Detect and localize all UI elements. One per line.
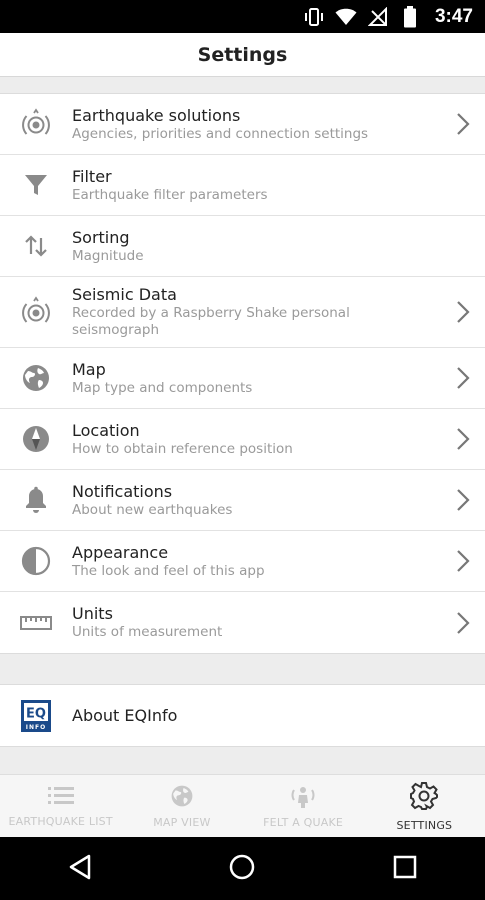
tab-label: FELT A QUAKE bbox=[263, 815, 344, 829]
item-subtitle: Units of measurement bbox=[72, 624, 223, 640]
chevron-right-icon bbox=[441, 300, 485, 324]
chevron-right-icon bbox=[441, 427, 485, 451]
wifi-icon bbox=[335, 6, 357, 28]
item-subtitle: About new earthquakes bbox=[72, 501, 233, 518]
no-signal-icon bbox=[367, 6, 389, 28]
tab-map-view[interactable]: MAP VIEW bbox=[121, 775, 242, 837]
chevron-right-icon bbox=[441, 611, 485, 635]
item-title: About EQInfo bbox=[72, 705, 178, 725]
vibrate-icon bbox=[303, 6, 325, 28]
clock: 3:47 bbox=[434, 5, 473, 27]
status-bar: 3:47 bbox=[0, 0, 485, 33]
radio-waves-icon bbox=[0, 94, 72, 154]
battery-icon bbox=[399, 5, 421, 28]
gear-icon bbox=[409, 781, 439, 815]
logo-subtext: INFO bbox=[26, 724, 46, 731]
item-title: Earthquake solutions bbox=[72, 105, 241, 125]
item-subtitle: Recorded by a Raspberry Shake personal s… bbox=[72, 305, 350, 338]
tab-label: SETTINGS bbox=[396, 818, 453, 832]
contrast-icon bbox=[0, 531, 72, 591]
item-subtitle: Earthquake filter parameters bbox=[72, 186, 268, 203]
item-subtitle: Map type and components bbox=[72, 379, 253, 396]
tab-felt-a-quake[interactable]: FELT A QUAKE bbox=[243, 775, 364, 837]
settings-item-seismic-data[interactable]: Seismic Data Recorded by a Raspberry Sha… bbox=[0, 277, 485, 348]
settings-item-appearance[interactable]: Appearance The look and feel of this app bbox=[0, 531, 485, 592]
item-title: Map bbox=[72, 359, 106, 379]
felt-quake-icon bbox=[290, 784, 316, 812]
about-eqinfo-item[interactable]: EQ INFO About EQInfo bbox=[0, 685, 485, 746]
item-subtitle: Agencies, priorities and connection sett… bbox=[72, 125, 369, 142]
filter-icon bbox=[0, 155, 72, 215]
list-icon bbox=[47, 785, 74, 811]
app-bar: Settings bbox=[0, 33, 485, 77]
system-navigation-bar bbox=[0, 837, 485, 900]
item-title: Location bbox=[72, 420, 140, 440]
chevron-right-icon bbox=[441, 112, 485, 136]
settings-item-earthquake-solutions[interactable]: Earthquake solutions Agencies, prioritie… bbox=[0, 94, 485, 155]
item-title: Filter bbox=[72, 166, 112, 186]
radio-waves-icon bbox=[0, 277, 72, 347]
item-subtitle: Magnitude bbox=[72, 247, 144, 264]
settings-content: Earthquake solutions Agencies, prioritie… bbox=[0, 77, 485, 774]
recents-icon[interactable] bbox=[393, 855, 417, 883]
item-title: Notifications bbox=[72, 481, 173, 501]
ruler-icon bbox=[0, 592, 72, 653]
home-icon[interactable] bbox=[228, 853, 256, 885]
settings-item-map[interactable]: Map Map type and components bbox=[0, 348, 485, 409]
settings-item-notifications[interactable]: Notifications About new earthquakes bbox=[0, 470, 485, 531]
item-title: Appearance bbox=[72, 542, 169, 562]
sort-icon bbox=[0, 216, 72, 276]
logo-text: EQ bbox=[26, 706, 46, 721]
bell-icon bbox=[0, 470, 72, 530]
compass-icon bbox=[0, 409, 72, 469]
item-subtitle: How to obtain reference position bbox=[72, 440, 293, 457]
chevron-right-icon bbox=[441, 366, 485, 390]
settings-item-filter[interactable]: Filter Earthquake filter parameters bbox=[0, 155, 485, 216]
item-title: Seismic Data bbox=[72, 285, 177, 304]
settings-item-location[interactable]: Location How to obtain reference positio… bbox=[0, 409, 485, 470]
page-title: Settings bbox=[197, 43, 288, 66]
item-title: Units bbox=[72, 604, 113, 623]
chevron-right-icon bbox=[441, 488, 485, 512]
back-icon[interactable] bbox=[68, 854, 92, 884]
settings-list: Earthquake solutions Agencies, prioritie… bbox=[0, 93, 485, 654]
tab-earthquake-list[interactable]: EARTHQUAKE LIST bbox=[0, 775, 121, 837]
globe-icon bbox=[0, 348, 72, 408]
tab-settings[interactable]: SETTINGS bbox=[364, 775, 485, 837]
settings-item-sorting[interactable]: Sorting Magnitude bbox=[0, 216, 485, 277]
item-subtitle: The look and feel of this app bbox=[72, 562, 265, 579]
chevron-right-icon bbox=[441, 549, 485, 573]
bottom-navigation: EARTHQUAKE LIST MAP VIEW FELT A QUAKE SE… bbox=[0, 774, 485, 837]
item-title: Sorting bbox=[72, 227, 130, 247]
about-group: EQ INFO About EQInfo bbox=[0, 684, 485, 747]
settings-item-units[interactable]: Units Units of measurement bbox=[0, 592, 485, 653]
eqinfo-logo: EQ INFO bbox=[0, 685, 72, 746]
tab-label: MAP VIEW bbox=[153, 815, 211, 829]
tab-label: EARTHQUAKE LIST bbox=[8, 814, 113, 828]
globe-icon bbox=[170, 784, 194, 812]
